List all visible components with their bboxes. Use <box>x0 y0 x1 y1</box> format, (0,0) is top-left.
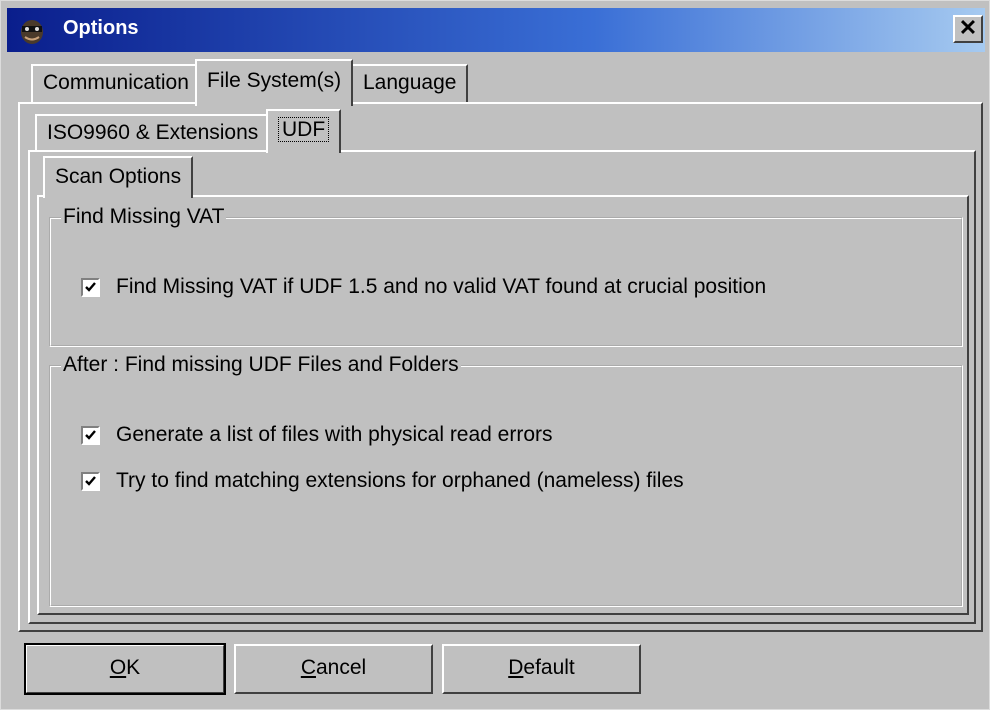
match-extensions-label: Try to find matching extensions for orph… <box>116 469 684 492</box>
group-find-missing-vat-title: Find Missing VAT <box>61 205 227 229</box>
find-missing-vat-checkbox[interactable] <box>81 277 100 297</box>
tab-file-systems[interactable]: File System(s) <box>195 59 354 106</box>
generate-read-errors-label: Generate a list of files with physical r… <box>116 423 553 446</box>
group-find-missing-udf-title: After : Find missing UDF Files and Folde… <box>61 353 461 377</box>
checkmark-icon <box>85 475 96 486</box>
tab-communication[interactable]: Communication <box>31 64 201 102</box>
ok-button[interactable]: OK <box>24 643 226 695</box>
generate-read-errors-checkbox[interactable] <box>81 425 100 445</box>
ok-label: K <box>126 656 141 679</box>
match-extensions-checkbox-row[interactable]: Try to find matching extensions for orph… <box>81 469 684 493</box>
app-logo-icon <box>21 20 43 44</box>
title-bar[interactable]: Options ✕ <box>7 8 985 52</box>
find-missing-vat-label: Find Missing VAT if UDF 1.5 and no valid… <box>116 275 767 298</box>
tab-language[interactable]: Language <box>351 64 469 102</box>
tab-iso9960-label: ISO9960 & Extensions <box>47 121 259 144</box>
default-label: efault <box>523 656 575 679</box>
tab-communication-label: Communication <box>43 71 189 94</box>
tab-udf-label: UDF <box>278 117 330 142</box>
checkmark-icon <box>85 281 96 292</box>
tab-file-systems-label: File System(s) <box>207 69 342 92</box>
tab-udf[interactable]: UDF <box>266 109 342 153</box>
find-missing-vat-group: Find Missing VAT Find Missing VAT if UDF… <box>49 205 963 347</box>
default-button[interactable]: Default <box>442 644 641 694</box>
tab-scan-options-label: Scan Options <box>55 165 182 188</box>
close-button[interactable]: ✕ <box>953 15 983 43</box>
cancel-mnemonic: C <box>300 656 316 679</box>
find-missing-vat-checkbox-row[interactable]: Find Missing VAT if UDF 1.5 and no valid… <box>81 275 766 299</box>
default-mnemonic: D <box>508 656 524 679</box>
find-missing-udf-files-group: After : Find missing UDF Files and Folde… <box>49 353 963 607</box>
tab-iso9960[interactable]: ISO9960 & Extensions <box>35 114 271 150</box>
window-title: Options <box>63 17 139 39</box>
generate-read-errors-checkbox-row[interactable]: Generate a list of files with physical r… <box>81 423 553 447</box>
cancel-button[interactable]: Cancel <box>234 644 433 694</box>
tab-scan-options[interactable]: Scan Options <box>43 156 194 198</box>
options-dialog: Options ✕ Communication File System(s) L… <box>0 0 990 710</box>
match-extensions-checkbox[interactable] <box>81 471 100 491</box>
close-icon: ✕ <box>958 15 978 40</box>
tab-language-label: Language <box>363 71 457 94</box>
ok-mnemonic: O <box>109 656 127 679</box>
cancel-label: ancel <box>315 656 367 679</box>
checkmark-icon <box>85 429 96 440</box>
